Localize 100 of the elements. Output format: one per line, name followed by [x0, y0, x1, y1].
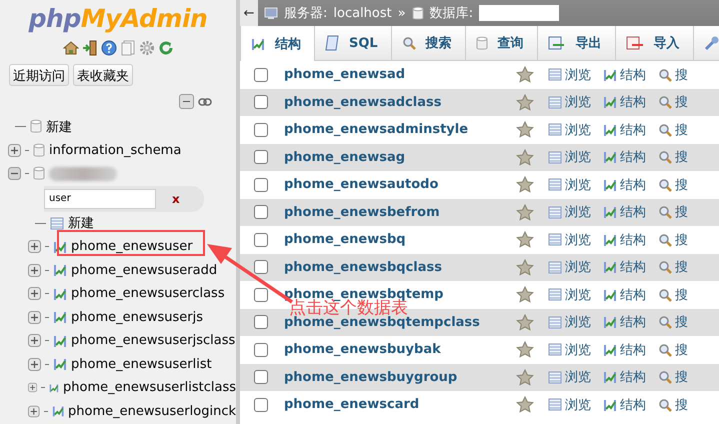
structure-link[interactable]: 结构	[603, 230, 646, 249]
link-icon[interactable]	[198, 98, 212, 106]
browse-link[interactable]: 浏览	[548, 120, 591, 139]
browse-link[interactable]: 浏览	[548, 313, 591, 332]
search-link[interactable]: 搜	[658, 286, 688, 304]
star-icon[interactable]	[516, 148, 534, 166]
browse-link[interactable]: 浏览	[548, 340, 591, 359]
star-icon[interactable]	[516, 341, 534, 358]
table-link[interactable]: phome_enewsuserlistclass	[63, 380, 236, 396]
browse-link[interactable]: 浏览	[548, 66, 591, 84]
star-icon[interactable]	[516, 396, 534, 414]
table-link[interactable]: phome_enewsuserclass	[71, 286, 225, 302]
structure-link[interactable]: 结构	[603, 313, 646, 332]
star-icon[interactable]	[516, 258, 534, 276]
sidebar-button[interactable]: 表收藏夹	[73, 64, 133, 86]
door-icon[interactable]	[82, 40, 98, 56]
checkbox[interactable]	[254, 205, 268, 220]
browse-link[interactable]: 浏览	[548, 148, 591, 166]
back-button[interactable]: ←	[240, 0, 258, 26]
tab[interactable]: 导出	[538, 26, 616, 60]
expand-icon[interactable]	[28, 264, 41, 277]
search-link[interactable]: 搜	[658, 340, 688, 359]
reload-icon[interactable]	[158, 40, 174, 56]
browse-link[interactable]: 浏览	[548, 176, 591, 194]
checkbox[interactable]	[254, 178, 268, 192]
browse-link[interactable]: 浏览	[548, 396, 591, 414]
star-icon[interactable]	[516, 231, 534, 248]
table-link[interactable]: phome_enewsautodo	[284, 177, 516, 192]
checkbox[interactable]	[254, 232, 268, 247]
star-icon[interactable]	[516, 204, 534, 221]
search-link[interactable]: 搜	[658, 368, 688, 386]
browse-link[interactable]: 浏览	[548, 93, 591, 112]
search-link[interactable]: 搜	[658, 396, 688, 414]
table-link[interactable]: phome_enewsadminstyle	[284, 122, 516, 138]
checkbox[interactable]	[254, 342, 268, 357]
table-link[interactable]: phome_enewsbuygroup	[284, 370, 516, 385]
expand-icon[interactable]	[28, 240, 41, 254]
logo[interactable]: phpMyAdmin	[0, 4, 236, 34]
expand-icon[interactable]	[28, 381, 38, 394]
structure-link[interactable]: 结构	[603, 148, 646, 166]
checkbox[interactable]	[254, 122, 268, 137]
search-link[interactable]: 搜	[658, 66, 688, 84]
structure-link[interactable]: 结构	[603, 93, 646, 112]
search-link[interactable]: 搜	[658, 258, 688, 276]
home-icon[interactable]	[62, 40, 78, 56]
structure-link[interactable]: 结构	[603, 66, 646, 84]
checkbox[interactable]	[254, 315, 268, 330]
table-link[interactable]: phome_enewsbefrom	[284, 204, 516, 220]
table-link[interactable]: phome_enewsbqclass	[284, 260, 516, 275]
structure-link[interactable]: 结构	[603, 176, 646, 194]
table-link[interactable]: phome_enewsuseradd	[71, 262, 218, 278]
search-link[interactable]: 搜	[658, 203, 688, 222]
sidebar-button[interactable]: 近期访问	[9, 64, 69, 86]
search-link[interactable]: 搜	[658, 93, 688, 112]
star-icon[interactable]	[516, 176, 534, 194]
checkbox[interactable]	[254, 288, 268, 302]
browse-link[interactable]: 浏览	[548, 286, 591, 304]
table-link[interactable]: phome_enewsuserloginck	[68, 404, 236, 419]
checkbox[interactable]	[254, 95, 268, 110]
star-icon[interactable]	[516, 314, 534, 331]
browse-link[interactable]: 浏览	[548, 258, 591, 276]
table-link[interactable]: phome_enewsuserjs	[71, 310, 203, 325]
expand-icon[interactable]	[8, 144, 21, 157]
structure-link[interactable]: 结构	[603, 286, 646, 304]
collapse-all-icon[interactable]	[179, 94, 194, 109]
tab[interactable]: 搜索	[392, 26, 466, 60]
table-link[interactable]: phome_enewsag	[284, 150, 516, 165]
checkbox[interactable]	[254, 150, 268, 164]
tab[interactable]: 查询	[466, 26, 538, 60]
star-icon[interactable]	[516, 368, 534, 386]
search-link[interactable]: 搜	[658, 148, 688, 166]
structure-link[interactable]: 结构	[603, 258, 646, 276]
search-link[interactable]: 搜	[658, 120, 688, 139]
server-link[interactable]: localhost	[333, 6, 392, 20]
expand-icon[interactable]	[28, 334, 41, 348]
collapse-icon[interactable]	[8, 167, 21, 180]
filter-field[interactable]: user	[44, 188, 156, 208]
search-link[interactable]: 搜	[658, 176, 688, 194]
structure-link[interactable]: 结构	[603, 203, 646, 222]
star-icon[interactable]	[516, 66, 534, 84]
settings-icon[interactable]	[138, 40, 154, 56]
browse-link[interactable]: 浏览	[548, 368, 591, 386]
table-link[interactable]: phome_enewsuserlist	[71, 356, 212, 372]
tab[interactable]: 导入	[616, 26, 694, 60]
clear-button[interactable]: x	[172, 192, 180, 206]
structure-link[interactable]: 结构	[603, 340, 646, 359]
structure-link[interactable]: 结构	[603, 120, 646, 139]
table-link[interactable]: phome_enewsbq	[284, 232, 516, 248]
help-icon[interactable]	[100, 40, 116, 56]
browse-link[interactable]: 浏览	[548, 203, 591, 222]
search-link[interactable]: 搜	[658, 230, 688, 249]
checkbox[interactable]	[254, 68, 268, 82]
star-icon[interactable]	[516, 121, 534, 138]
expand-icon[interactable]	[28, 404, 40, 418]
star-icon[interactable]	[516, 94, 534, 111]
table-link[interactable]: phome_enewsadclass	[284, 94, 516, 110]
table-link[interactable]: phome_enewscard	[284, 397, 516, 412]
star-icon[interactable]	[516, 286, 534, 304]
new-link[interactable]: 新建	[46, 118, 72, 136]
expand-icon[interactable]	[28, 310, 41, 324]
